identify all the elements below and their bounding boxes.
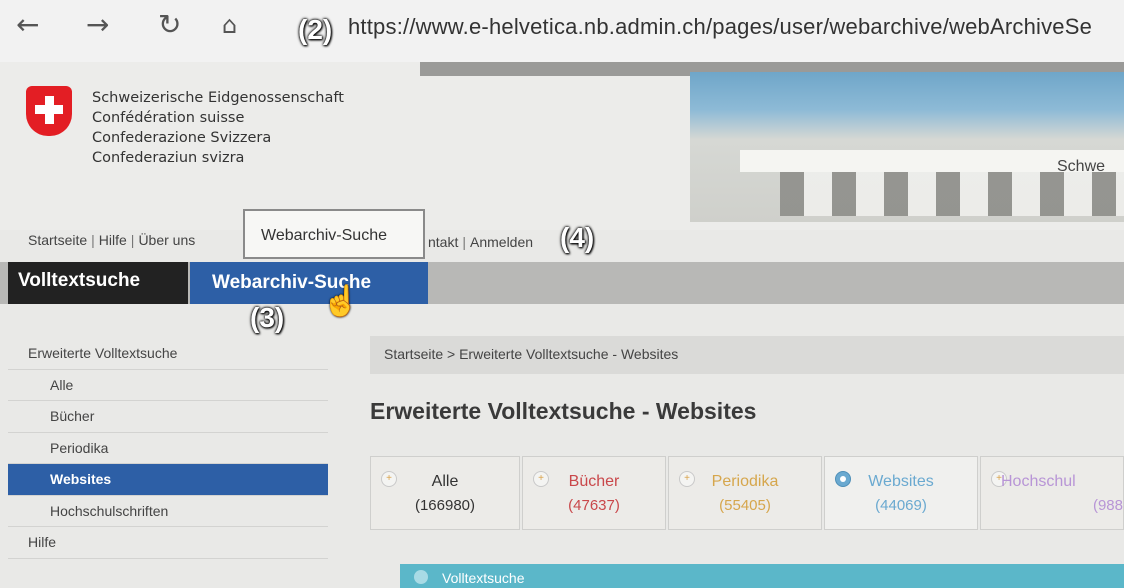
back-arrow-icon[interactable]: ← [16,10,39,40]
banner-text: Schwe [1057,158,1106,175]
category-count: (44069) [875,497,927,514]
forward-arrow-icon[interactable]: → [86,10,109,40]
confederation-name: Schweizerische Eidgenossenschaft Confédé… [92,88,344,168]
meta-navigation: Startseite | Hilfe | Über uns [28,232,195,248]
banner-building [780,172,1124,216]
sidebar-item-alle[interactable]: Alle [8,370,328,401]
home-icon[interactable]: ⌂ [222,10,237,40]
address-bar[interactable]: https://www.e-helvetica.nb.admin.ch/page… [348,14,1092,40]
sidebar-item-periodika[interactable]: Periodika [8,433,328,464]
meta-navigation-right: ntakt | Anmelden [428,234,533,250]
tab-webarchiv-suche[interactable]: Webarchiv-Suche [190,262,428,304]
hand-cursor-icon: ☝ [322,285,360,318]
page-title: Erweiterte Volltextsuche - Websites [370,398,757,424]
tooltip: Webarchiv-Suche [243,209,425,259]
meta-separator: | [462,234,466,250]
fulltext-search-label[interactable]: Volltextsuche [442,570,525,586]
annotation-marker-3: (3) [250,302,285,333]
category-count: (988 [1092,497,1123,514]
confed-de: Schweizerische Eidgenossenschaft [92,90,344,106]
meta-link-ueber-uns[interactable]: Über uns [138,232,195,248]
category-label: Websites [868,473,934,490]
confed-fr: Confédération suisse [92,110,245,126]
confed-rm: Confederaziun svizra [92,150,245,166]
sidebar-item-buecher[interactable]: Bücher [8,401,328,433]
meta-separator: | [91,232,95,248]
sidebar-item-hilfe[interactable]: Hilfe [8,527,328,559]
category-count: (166980) [414,497,476,514]
category-tab-buecher[interactable]: + Bücher (47637) [522,456,666,530]
tab-volltextsuche[interactable]: Volltextsuche [8,262,188,304]
category-tab-hochschulschriften[interactable]: + Hochschul (988 [980,456,1124,530]
sidebar-item-erweiterte-volltextsuche[interactable]: Erweiterte Volltextsuche [8,338,328,370]
annotation-marker-4: (4) [560,222,595,253]
meta-separator: | [130,232,135,248]
category-count: (47637) [568,497,620,514]
breadcrumb: Startseite > Erweiterte Volltextsuche - … [370,336,1124,374]
sidebar-item-hochschulschriften[interactable]: Hochschulschriften [8,496,328,527]
category-label: Alle [431,473,459,490]
sidebar-item-websites[interactable]: Websites [8,464,328,496]
sidebar: Erweiterte Volltextsuche Alle Bücher Per… [8,338,328,559]
meta-link-hilfe[interactable]: Hilfe [99,232,127,248]
category-count: (55405) [719,497,771,514]
meta-link-startseite[interactable]: Startseite [28,232,87,248]
category-tab-alle[interactable]: + Alle (166980) [370,456,520,530]
category-tab-periodika[interactable]: + Periodika (55405) [668,456,822,530]
category-label: Hochschul [1001,473,1076,490]
meta-link-anmelden[interactable]: Anmelden [470,234,533,250]
category-label: Bücher [568,473,620,490]
search-mode-icon[interactable] [414,570,428,584]
category-tab-websites[interactable]: Websites (44069) [824,456,978,530]
reload-icon[interactable]: ↻ [158,10,181,40]
confed-it: Confederazione Svizzera [92,130,272,146]
swiss-flag-icon[interactable] [26,86,72,136]
annotation-marker-2: (2) [298,14,333,45]
meta-link-kontakt[interactable]: ntakt [428,234,458,250]
category-label: Periodika [711,473,779,490]
